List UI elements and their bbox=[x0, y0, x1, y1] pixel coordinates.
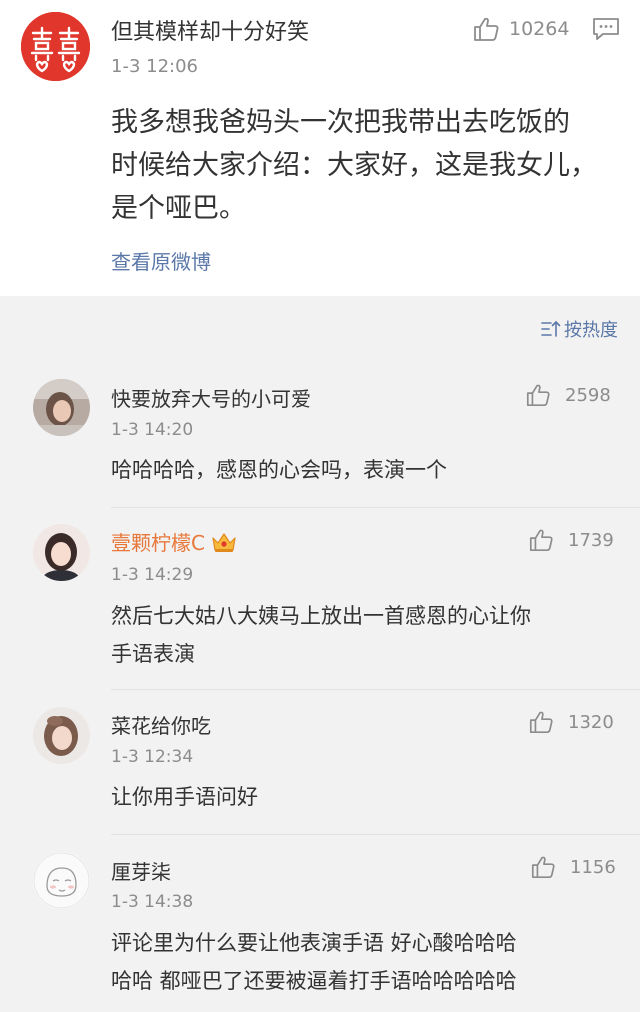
comment-timestamp: 1-3 14:38 bbox=[111, 892, 194, 912]
commenter-name-text: 壹颗柠檬C bbox=[111, 531, 205, 555]
author-name[interactable]: 但其模样却十分好笑 bbox=[111, 14, 309, 46]
sort-icon bbox=[541, 320, 561, 337]
thumbs-up-icon bbox=[474, 17, 499, 41]
thumbs-up-icon bbox=[529, 711, 553, 734]
commenter-name[interactable]: 菜花给你吃 bbox=[111, 710, 211, 739]
comment-text: 评论里为什么要让他表演手语 好心酸哈哈哈 哈哈 都哑巴了还要被逼着打手语哈哈哈哈… bbox=[111, 924, 517, 1000]
vip-crown-icon bbox=[212, 533, 236, 552]
comment-text: 让你用手语问好 bbox=[111, 778, 258, 816]
comment-text-line: 然后七大姑八大姨马上放出一首感恩的心让你 bbox=[111, 604, 531, 628]
avatar-photo bbox=[33, 852, 90, 909]
comment-like-button[interactable]: 1156 bbox=[530, 854, 616, 880]
commenter-avatar[interactable] bbox=[33, 852, 90, 909]
sort-by-hot-button[interactable]: 按热度 bbox=[541, 316, 618, 342]
author-avatar[interactable] bbox=[21, 12, 90, 81]
comment-timestamp: 1-3 12:34 bbox=[111, 747, 194, 767]
thumbs-up-icon bbox=[526, 384, 550, 407]
post-content-line: 是个哑巴。 bbox=[111, 193, 246, 224]
commenter-name[interactable]: 快要放弃大号的小可爱 bbox=[111, 383, 311, 412]
comment-timestamp: 1-3 14:29 bbox=[111, 565, 194, 585]
comment-text: 哈哈哈哈，感恩的心会吗，表演一个 bbox=[111, 451, 447, 489]
comment-like-count: 1320 bbox=[568, 711, 614, 733]
thumbs-up-icon bbox=[529, 529, 553, 552]
main-post-card: 但其模样却十分好笑 1-3 12:06 10264 我多想我爸妈头一次把我带出去… bbox=[0, 0, 640, 296]
comment-like-button[interactable]: 1320 bbox=[528, 709, 614, 735]
commenter-name[interactable]: 厘芽柒 bbox=[111, 856, 171, 885]
comment-timestamp: 1-3 14:20 bbox=[111, 420, 194, 440]
comment-text-line: 哈哈哈哈，感恩的心会吗，表演一个 bbox=[111, 458, 447, 482]
commenter-avatar[interactable] bbox=[33, 379, 90, 436]
view-original-link[interactable]: 查看原微博 bbox=[111, 246, 211, 275]
comment-text-line: 手语表演 bbox=[111, 642, 195, 666]
comment-divider bbox=[111, 507, 640, 508]
avatar-photo bbox=[33, 379, 90, 436]
post-content-line: 我多想我爸妈头一次把我带出去吃饭的 bbox=[111, 107, 570, 138]
avatar-photo bbox=[33, 707, 90, 764]
double-happiness-avatar bbox=[21, 12, 90, 81]
comment-like-count: 1156 bbox=[570, 856, 616, 878]
comment-bubble-icon[interactable] bbox=[592, 16, 620, 42]
comment-like-count: 2598 bbox=[565, 384, 611, 406]
comment-text-line: 评论里为什么要让他表演手语 好心酸哈哈哈 bbox=[111, 931, 517, 955]
post-timestamp: 1-3 12:06 bbox=[111, 56, 198, 77]
post-like-button[interactable]: 10264 bbox=[472, 14, 569, 44]
comment-like-button[interactable]: 2598 bbox=[525, 382, 611, 408]
sort-label: 按热度 bbox=[564, 320, 618, 341]
comment-divider bbox=[111, 834, 640, 835]
commenter-name[interactable]: 壹颗柠檬C bbox=[111, 527, 237, 556]
comment-text-line: 哈哈 都哑巴了还要被逼着打手语哈哈哈哈哈 bbox=[111, 969, 517, 993]
post-content-line: 时候给大家介绍：大家好，这是我女儿， bbox=[111, 150, 597, 181]
post-like-count: 10264 bbox=[509, 18, 570, 40]
commenter-avatar[interactable] bbox=[33, 524, 90, 581]
commenter-avatar[interactable] bbox=[33, 707, 90, 764]
avatar-photo bbox=[33, 524, 90, 581]
post-content: 我多想我爸妈头一次把我带出去吃饭的 时候给大家介绍：大家好，这是我女儿， 是个哑… bbox=[111, 101, 611, 230]
comment-like-count: 1739 bbox=[568, 529, 614, 551]
comment-text-line: 让你用手语问好 bbox=[111, 785, 258, 809]
comment-divider bbox=[111, 689, 640, 690]
comment-like-button[interactable]: 1739 bbox=[528, 527, 614, 553]
comment-text: 然后七大姑八大姨马上放出一首感恩的心让你 手语表演 bbox=[111, 597, 531, 673]
thumbs-up-icon bbox=[531, 856, 555, 879]
